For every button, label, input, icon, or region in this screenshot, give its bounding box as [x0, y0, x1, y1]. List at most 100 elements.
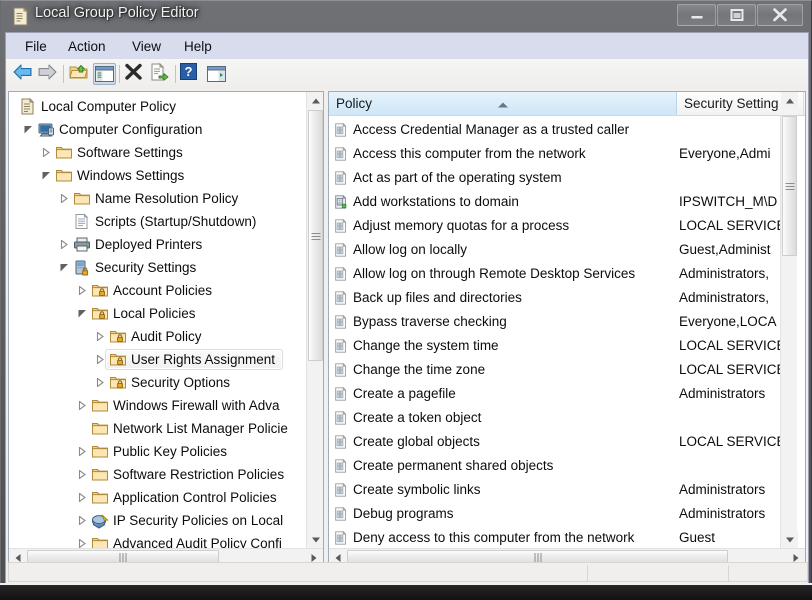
expand-triangle-icon[interactable]: [76, 440, 89, 463]
policy-row[interactable]: Change the time zone LOCAL SERVICE: [329, 358, 780, 382]
tree-item-label: Scripts (Startup/Shutdown): [95, 214, 257, 229]
window-title: Local Group Policy Editor: [35, 5, 199, 21]
policy-row[interactable]: Allow log on locally Guest,Administ: [329, 238, 780, 262]
list-scrollbar-thumb[interactable]: [782, 116, 797, 256]
policy-row[interactable]: Access this computer from the network Eve…: [329, 142, 780, 166]
policy-row[interactable]: Create global objects LOCAL SERVICE: [329, 430, 780, 454]
policy-row[interactable]: Change the system time LOCAL SERVICE: [329, 334, 780, 358]
policy-name: Access this computer from the network: [353, 146, 586, 161]
expand-triangle-icon[interactable]: [94, 371, 107, 394]
collapse-triangle-icon[interactable]: [58, 256, 71, 279]
tree-scroll-down-button[interactable]: [307, 531, 323, 548]
delete-icon[interactable]: [124, 63, 147, 85]
minimize-button[interactable]: [677, 4, 716, 26]
column-header-policy[interactable]: Policy: [329, 92, 677, 115]
expand-triangle-icon[interactable]: [76, 279, 89, 302]
policy-security-setting: Administrators: [679, 482, 766, 497]
list-vertical-scrollbar[interactable]: [780, 92, 798, 548]
menu-view[interactable]: View: [125, 37, 168, 56]
list-scroll-up-button[interactable]: [781, 92, 798, 109]
expand-triangle-icon[interactable]: [58, 233, 71, 256]
policy-setting-icon: [333, 482, 349, 498]
forward-icon[interactable]: [37, 63, 60, 85]
expand-triangle-icon[interactable]: [94, 348, 107, 371]
expand-triangle-icon[interactable]: [76, 486, 89, 509]
policy-row[interactable]: Adjust memory quotas for a process LOCAL …: [329, 214, 780, 238]
policy-security-setting: Administrators,: [679, 290, 770, 305]
collapse-triangle-icon[interactable]: [40, 164, 53, 187]
computer-icon: [37, 121, 55, 138]
properties-icon[interactable]: [205, 63, 228, 85]
expand-triangle-icon[interactable]: [94, 325, 107, 348]
expand-triangle-icon[interactable]: [58, 187, 71, 210]
expand-triangle-icon[interactable]: [76, 509, 89, 532]
help-icon[interactable]: ?: [180, 63, 203, 85]
tree-item-label: Windows Settings: [77, 168, 185, 183]
policy-security-setting: LOCAL SERVICE: [679, 218, 780, 233]
policy-setting-icon: [333, 242, 349, 258]
tree-item-label: Application Control Policies: [113, 490, 277, 505]
policy-security-setting: LOCAL SERVICE: [679, 434, 780, 449]
policy-name: Change the time zone: [353, 362, 486, 377]
policy-row[interactable]: Allow log on through Remote Desktop Serv…: [329, 262, 780, 286]
menu-action[interactable]: Action: [61, 37, 113, 56]
list-scroll-down-button[interactable]: [781, 531, 798, 548]
tree-scrollbar-thumb[interactable]: [308, 110, 323, 361]
ip-security-icon: [91, 512, 109, 529]
scrollbar-grip-icon: [785, 177, 794, 195]
expand-triangle-icon[interactable]: [76, 532, 89, 548]
sort-ascending-icon: [497, 92, 508, 115]
status-part-main: [9, 563, 587, 582]
tree-item-label: Security Settings: [95, 260, 197, 275]
folder-lock-icon: [91, 305, 109, 322]
policy-row[interactable]: Create a pagefile Administrators: [329, 382, 780, 406]
policy-row[interactable]: Access Credential Manager as a trusted c…: [329, 118, 780, 142]
tree-item-label: Computer Configuration: [59, 122, 203, 137]
policy-name: Deny access to this computer from the ne…: [353, 530, 635, 545]
folder-lock-icon: [109, 374, 127, 391]
tree-item-label: Advanced Audit Policy Confi: [113, 536, 282, 548]
policy-name: Change the system time: [353, 338, 499, 353]
collapse-triangle-icon[interactable]: [76, 302, 89, 325]
policy-row[interactable]: Deny access to this computer from the ne…: [329, 526, 780, 548]
expand-triangle-icon[interactable]: [40, 141, 53, 164]
toolbar-separator-3: [175, 65, 176, 83]
title-bar[interactable]: Local Group Policy Editor: [1, 1, 812, 31]
tree-item-label: Network List Manager Policie: [113, 421, 288, 436]
tree-item-label: Public Key Policies: [113, 444, 228, 459]
tree-item-label: Local Computer Policy: [41, 99, 177, 114]
svg-text:?: ?: [185, 64, 193, 79]
maximize-button[interactable]: [717, 4, 756, 26]
security-lock-icon: [73, 259, 91, 276]
policy-row[interactable]: Bypass traverse checking Everyone,LOCA: [329, 310, 780, 334]
policy-row[interactable]: Create a token object: [329, 406, 780, 430]
close-button[interactable]: [757, 4, 803, 26]
export-list-icon[interactable]: [149, 62, 172, 85]
tree-item-label: Audit Policy: [131, 329, 202, 344]
tree-vertical-scrollbar[interactable]: [306, 92, 323, 548]
back-icon[interactable]: [12, 63, 35, 85]
policy-row[interactable]: Create symbolic links Administrators: [329, 478, 780, 502]
tree-scroll-up-button[interactable]: [307, 92, 323, 109]
expand-triangle-icon[interactable]: [76, 463, 89, 486]
folder-lock-icon: [109, 328, 127, 345]
column-header-security-setting-label: Security Setting: [684, 96, 779, 111]
policy-row[interactable]: Add workstations to domain IPSWITCH_M\D: [329, 190, 780, 214]
policy-security-setting: Everyone,Admi: [679, 146, 771, 161]
policy-row[interactable]: Debug programs Administrators: [329, 502, 780, 526]
policy-document-icon: [19, 97, 37, 115]
expand-triangle-icon[interactable]: [76, 394, 89, 417]
policy-row[interactable]: Back up files and directories Administrat…: [329, 286, 780, 310]
policy-name: Add workstations to domain: [353, 194, 519, 209]
printer-icon: [73, 236, 91, 253]
collapse-triangle-icon[interactable]: [22, 118, 35, 141]
policy-row[interactable]: Create permanent shared objects: [329, 454, 780, 478]
up-folder-icon[interactable]: [68, 63, 91, 85]
menu-file[interactable]: File: [18, 37, 54, 56]
show-hide-tree-icon[interactable]: [93, 63, 116, 85]
menu-help[interactable]: Help: [177, 37, 219, 56]
policy-name: Debug programs: [353, 506, 454, 521]
policy-setting-icon: [333, 266, 349, 282]
folder-icon: [91, 535, 109, 548]
policy-row[interactable]: Act as part of the operating system: [329, 166, 780, 190]
